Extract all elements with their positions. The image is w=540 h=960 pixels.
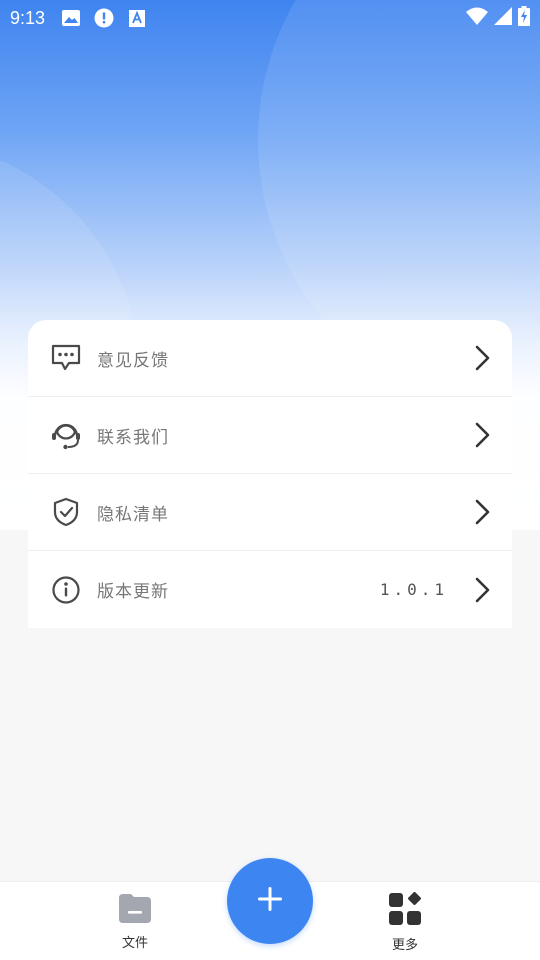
signal-icon [494, 6, 512, 30]
menu-item-privacy[interactable]: 隐私清单 [28, 474, 512, 551]
plus-icon [257, 886, 283, 916]
menu-item-label: 联系我们 [97, 427, 169, 448]
tab-more[interactable]: 更多 [365, 892, 445, 953]
feedback-chat-icon [50, 342, 82, 374]
status-time: 9:13 [10, 7, 46, 28]
chevron-right-icon [472, 344, 492, 372]
chevron-right-icon [472, 498, 492, 526]
battery-charging-icon [518, 5, 530, 31]
tab-label: 文件 [121, 936, 148, 951]
menu-item-label: 隐私清单 [97, 504, 169, 525]
tab-label: 更多 [391, 938, 418, 953]
chevron-right-icon [472, 421, 492, 449]
info-icon [50, 574, 82, 606]
keyboard-a-icon [127, 8, 147, 28]
headset-icon [50, 419, 82, 451]
alert-icon [94, 8, 114, 28]
menu-item-contact[interactable]: 联系我们 [28, 397, 512, 474]
wifi-icon [466, 7, 488, 30]
menu-item-label: 版本更新 [97, 582, 169, 602]
add-button[interactable] [227, 858, 313, 944]
shield-check-icon [50, 496, 82, 528]
menu-item-version[interactable]: 版本更新 1.0.1 [28, 551, 512, 628]
version-value: 1.0.1 [379, 580, 448, 599]
menu-item-feedback[interactable]: 意见反馈 [28, 320, 512, 397]
settings-card: 意见反馈 联系我们 隐私清单 版本更新 1.0.1 [28, 320, 512, 628]
image-icon [61, 8, 81, 28]
status-bar: 9:13 [0, 0, 540, 36]
apps-grid-icon [388, 892, 422, 930]
folder-icon [118, 892, 152, 928]
tab-files[interactable]: 文件 [95, 892, 175, 951]
chevron-right-icon [472, 576, 492, 604]
menu-item-label: 意见反馈 [97, 350, 169, 371]
